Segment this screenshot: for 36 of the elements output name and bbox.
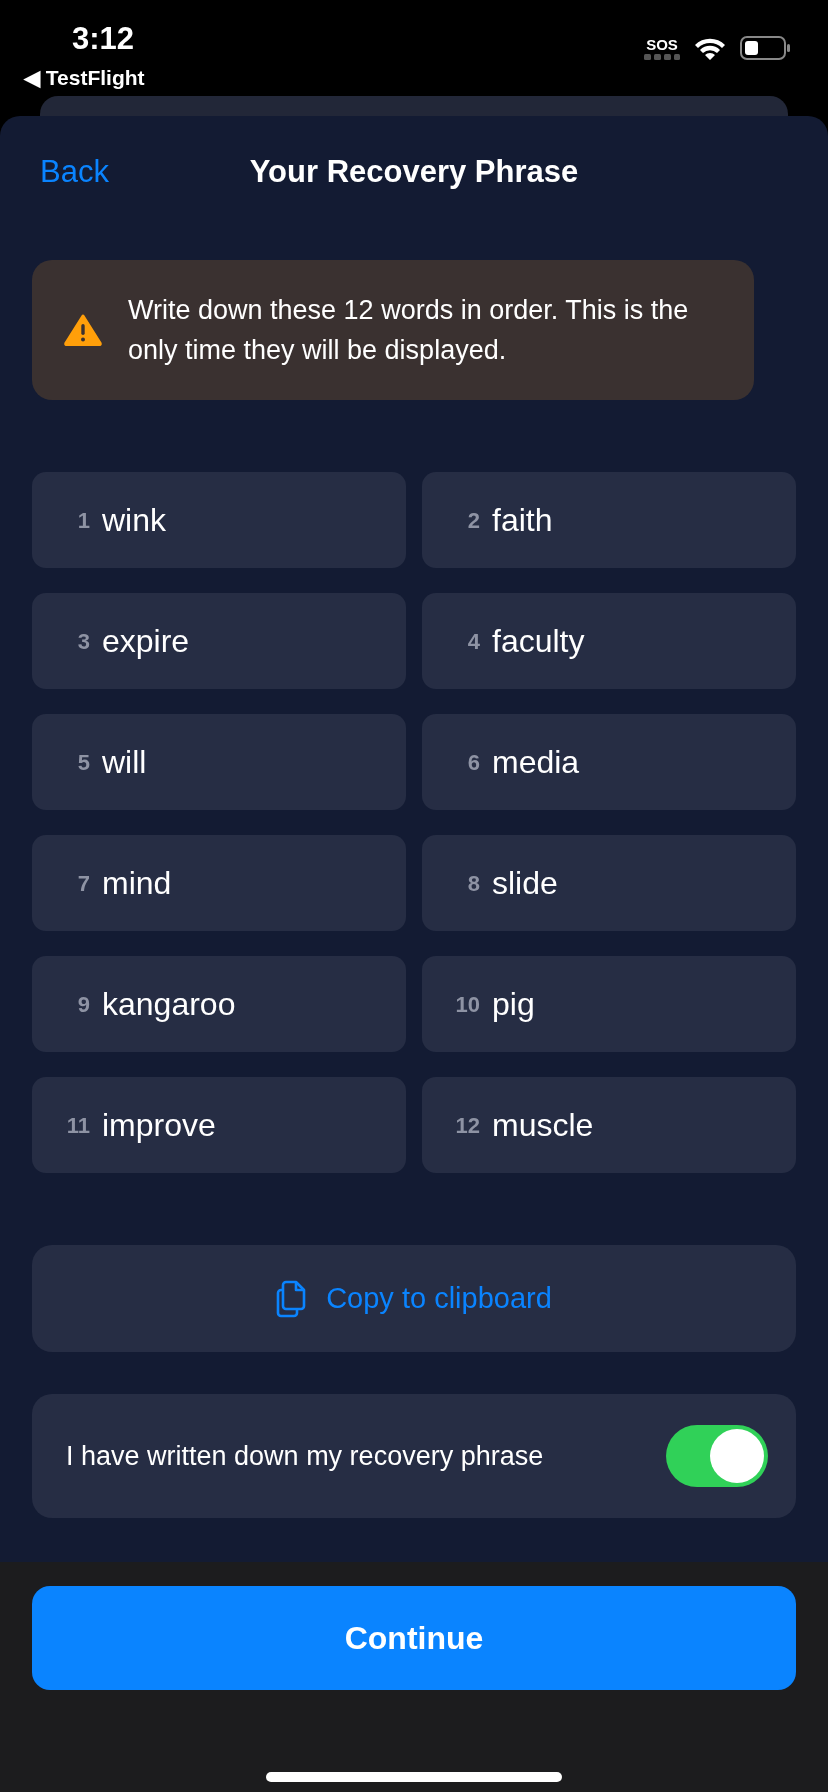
word-number: 2 [466,506,481,535]
word-text: slide [492,864,558,903]
screen-title: Your Recovery Phrase [249,152,579,191]
word-text: pig [492,985,535,1024]
word-text: media [492,743,580,782]
word-number: 5 [76,748,91,777]
word-number: 7 [76,869,91,898]
continue-button[interactable]: Continue [32,1586,796,1690]
word-text: expire [102,622,190,661]
word-number: 8 [466,869,481,898]
word-number: 9 [76,990,91,1019]
warning-icon [64,314,102,346]
confirm-label: I have written down my recovery phrase [66,1439,544,1473]
word-number: 11 [65,1111,91,1140]
word-number: 10 [454,990,481,1019]
word-text: improve [102,1106,216,1145]
copy-button[interactable]: Copy to clipboard [32,1245,796,1352]
word-text: wink [102,501,166,540]
warning-text: Write down these 12 words in order. This is the only time they will be displayed. [128,294,690,367]
back-to-app-link[interactable]: ◀ TestFlight [24,62,145,94]
wifi-icon [694,36,726,60]
word-number: 6 [466,748,481,777]
sos-indicator: SOS [644,36,680,60]
word-text: faith [492,501,553,540]
word-number: 12 [454,1111,481,1140]
status-time: 3:12 [72,20,135,58]
word-number: 4 [466,627,481,656]
word-text: kangaroo [102,985,236,1024]
back-button[interactable]: Back [40,148,109,196]
word-number: 3 [76,627,91,656]
word-text: faculty [492,622,585,661]
word-text: muscle [492,1106,594,1145]
word-number: 1 [76,506,91,535]
word-text: mind [102,864,172,903]
battery-icon [740,36,790,60]
word-text: will [102,743,147,782]
